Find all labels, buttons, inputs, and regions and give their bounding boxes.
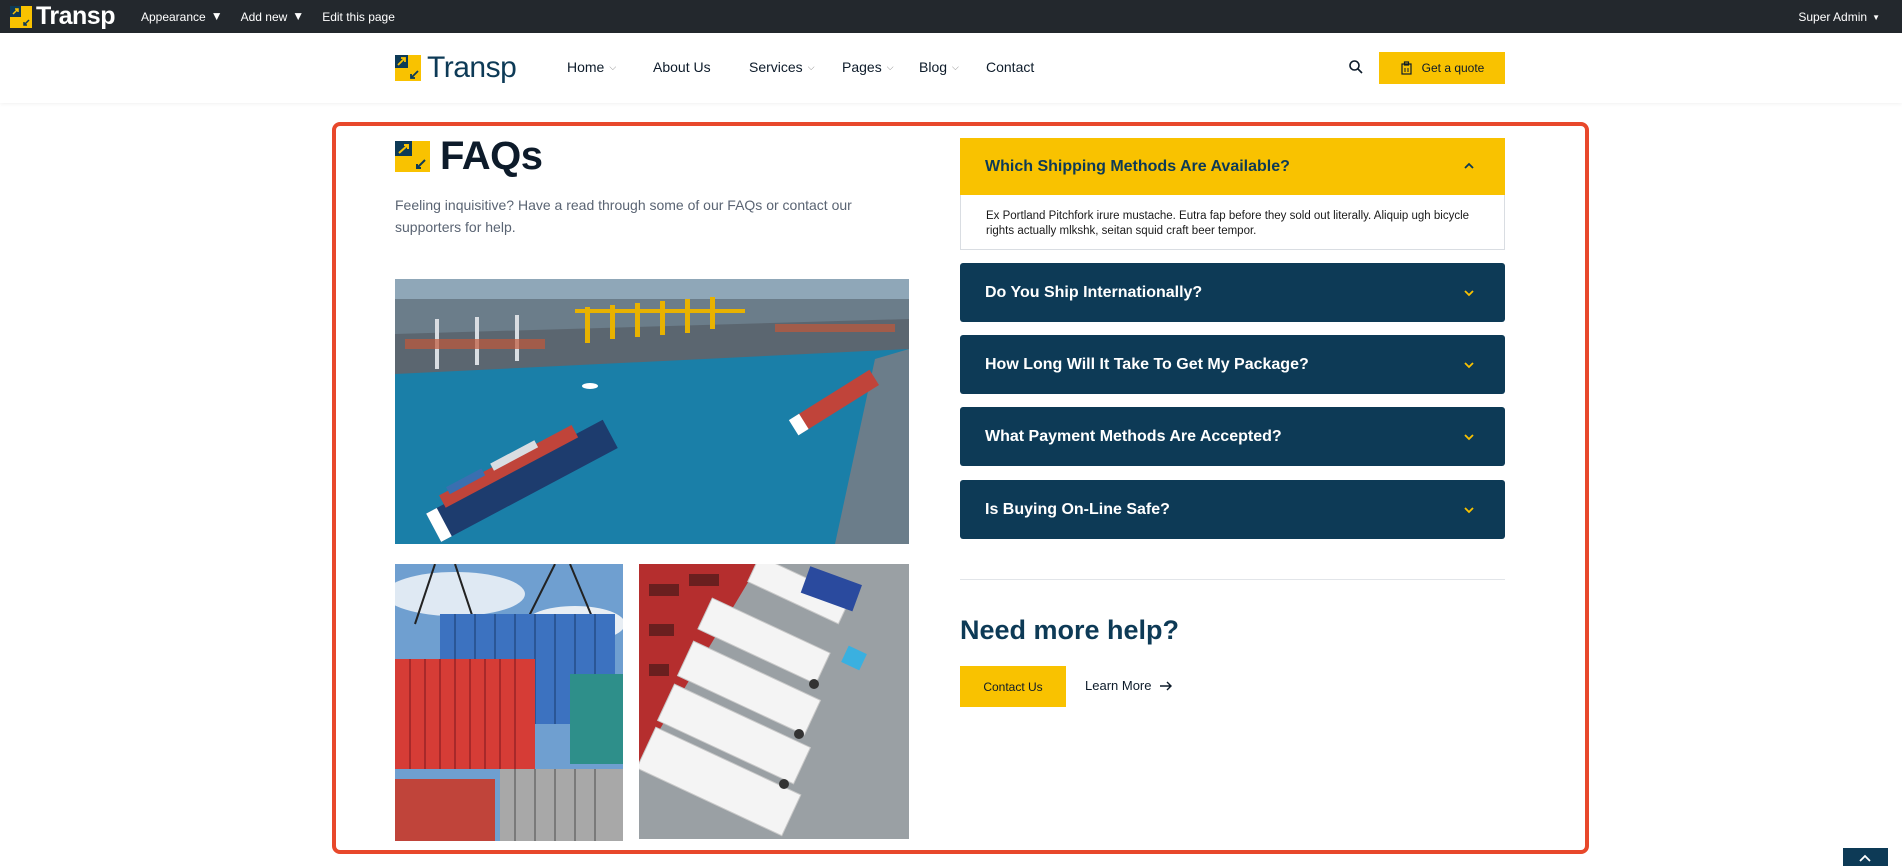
arrow-right-icon [1160,681,1173,690]
chevron-down-icon [1464,434,1474,441]
admin-menu-label: Add new [240,9,288,24]
nav-label: Services [749,59,803,75]
page-title: FAQs [395,134,543,179]
clipboard-icon [1401,61,1412,75]
faq-item-ship-internationally[interactable]: Do You Ship Internationally? [960,263,1505,322]
faq-item-shipping-methods[interactable]: Which Shipping Methods Are Available? [960,138,1505,195]
nav-contact[interactable]: Contact [986,59,1034,75]
nav-label: Home [567,59,605,75]
admin-brand: Transp [36,2,115,30]
nav-services[interactable]: Services ⌵ [749,59,842,75]
nav-home[interactable]: Home ⌵ [567,59,653,75]
divider [960,579,1505,580]
contact-us-button[interactable]: Contact Us [960,666,1066,707]
page-title-text: FAQs [440,134,543,178]
chevron-up-icon [1859,854,1871,862]
brand-logo-icon [395,55,421,81]
faq-question: What Payment Methods Are Accepted? [985,427,1282,445]
nav-blog[interactable]: Blog ⌵ [919,59,986,75]
faq-answer: Ex Portland Pitchfork irure mustache. Eu… [960,195,1505,250]
learn-more-link[interactable]: Learn More [1085,678,1173,693]
nav-about-us[interactable]: About Us [653,59,749,75]
caret-down-icon: ▼ [292,8,305,23]
faq-item-online-safe[interactable]: Is Buying On-Line Safe? [960,480,1505,539]
site-header: Transp Home ⌵ About Us Services ⌵ Pages ⌵ B… [0,33,1902,103]
back-to-top-button[interactable] [1843,848,1888,866]
admin-logo[interactable]: Transp [10,2,115,31]
site-brand: Transp [427,51,517,84]
nav-pages[interactable]: Pages ⌵ [842,59,919,75]
need-help-heading: Need more help? [960,615,1180,645]
admin-bar: Transp Appearance ▼ Add new ▼ Edit this pa… [0,0,1902,33]
chevron-down-icon [1464,507,1474,514]
brand-logo-icon [10,5,32,28]
admin-menu-add-new[interactable]: Add new ▼ [240,8,305,24]
nav-label: Pages [842,59,882,75]
search-icon[interactable] [1348,59,1364,75]
admin-menu-label: Appearance [140,9,206,24]
chevron-down-icon: ⌵ [807,61,815,72]
faq-item-payment-methods[interactable]: What Payment Methods Are Accepted? [960,407,1505,466]
brand-logo-icon [395,141,430,172]
admin-user-menu[interactable]: Super Admin ▼ [1798,10,1880,24]
learn-more-label: Learn More [1085,678,1152,693]
faq-question: Is Buying On-Line Safe? [985,500,1170,518]
get-quote-label: Get a quote [1421,61,1485,75]
trucks-loading-dock-image [639,564,909,839]
shipping-containers-image [395,564,623,841]
intro-text: Feeling inquisitive? Have a read through… [395,197,852,235]
main-nav: Home ⌵ About Us Services ⌵ Pages ⌵ Blog ⌵ Co… [567,59,1034,75]
faq-question: Which Shipping Methods Are Available? [985,157,1290,175]
port-aerial-image [395,279,909,544]
get-quote-button[interactable]: Get a quote [1379,52,1505,84]
nav-label: About Us [653,59,711,75]
admin-menu-appearance[interactable]: Appearance ▼ [140,8,223,24]
nav-label: Blog [919,59,948,75]
admin-menu-edit-page[interactable]: Edit this page [322,10,395,24]
chevron-down-icon: ⌵ [952,61,959,72]
caret-down-icon: ▼ [210,8,223,23]
chevron-down-icon: ⌵ [609,61,617,72]
faq-question: How Long Will It Take To Get My Package? [985,355,1309,373]
caret-down-icon: ▼ [1872,13,1880,22]
faq-question: Do You Ship Internationally? [985,283,1203,301]
chevron-down-icon: ⌵ [886,61,894,72]
faq-answer-text: Ex Portland Pitchfork irure mustache. Eu… [986,210,1470,237]
nav-label: Contact [986,59,1035,75]
contact-us-label: Contact Us [983,679,1043,694]
chevron-down-icon [1464,290,1474,297]
chevron-up-icon [1464,162,1474,169]
chevron-down-icon [1464,362,1474,369]
admin-user-label: Super Admin [1798,10,1868,24]
site-logo[interactable]: Transp [395,51,517,85]
faq-item-package-time[interactable]: How Long Will It Take To Get My Package? [960,335,1505,394]
